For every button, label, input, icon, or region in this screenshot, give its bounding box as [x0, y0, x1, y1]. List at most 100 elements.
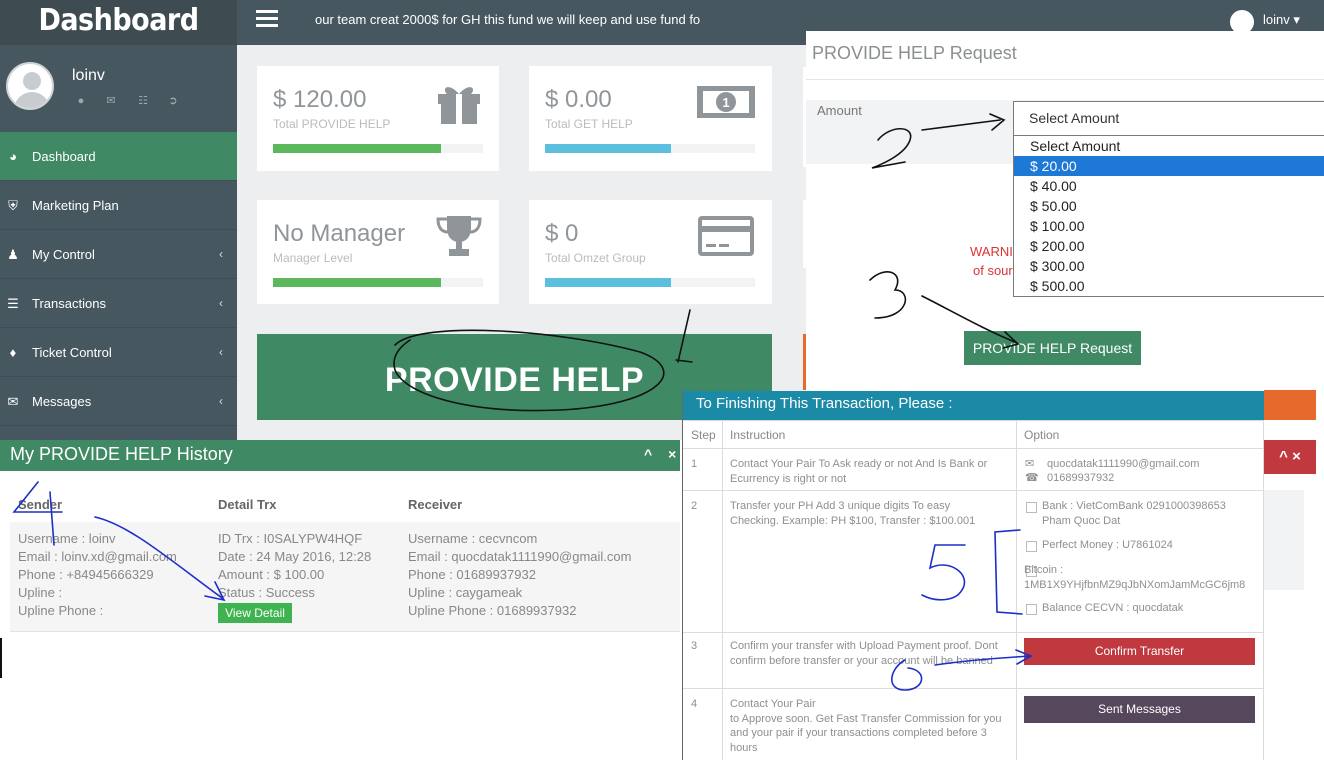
shield-icon: ⛨: [8, 198, 18, 213]
panel-collapse-close-controls[interactable]: ^ ×: [644, 446, 682, 462]
step-instruction: Confirm your transfer with Upload Paymen…: [730, 640, 998, 667]
gift-icon: [438, 87, 480, 124]
column-header-option: Option: [1024, 428, 1060, 442]
sidebar-item-transactions[interactable]: ☰ Transactions ‹: [0, 279, 237, 328]
table-border: [683, 632, 1264, 633]
sidebar-item-dashboard[interactable]: ◕ Dashboard: [0, 132, 237, 181]
sitemap-icon[interactable]: ☷: [137, 95, 149, 107]
logout-icon[interactable]: ➲: [167, 95, 179, 107]
instruction-line: Contact Your Pair: [730, 698, 816, 710]
money-icon: 1: [697, 86, 755, 118]
view-detail-button[interactable]: View Detail: [218, 603, 292, 623]
provide-help-request-button[interactable]: PROVIDE HELP Request: [964, 331, 1141, 365]
sidebar-item-label: My Control: [32, 247, 95, 262]
step-number: 3: [691, 640, 698, 652]
table-border: [683, 688, 1264, 689]
history-panel-title: My PROVIDE HELP History: [10, 444, 233, 464]
contact-phone: 01689937932: [1047, 472, 1115, 484]
amount-option[interactable]: $ 50.00: [1014, 196, 1324, 216]
amount-option[interactable]: $ 40.00: [1014, 176, 1324, 196]
sidebar-item-label: Ticket Control: [32, 345, 112, 360]
stat-label: Total GET HELP: [545, 117, 633, 131]
payment-option-label: Bitcoin : 1MB1X9YHjfbnMZ9qJbNXomJamMcGC6…: [1024, 564, 1246, 591]
stat-progress: [273, 144, 483, 153]
payment-option-checkbox[interactable]: [1026, 502, 1037, 513]
announcement-marquee: our team creat 2000$ for GH this fund we…: [315, 12, 701, 27]
background-card: [1264, 490, 1304, 590]
credit-card-icon: [698, 216, 754, 256]
sidebar-item-ticket-control[interactable]: ♦ Ticket Control ‹: [0, 328, 237, 377]
stat-label: Total PROVIDE HELP: [273, 117, 391, 131]
sender-line: Username : loinv: [18, 531, 116, 546]
table-border: [683, 448, 1264, 449]
amount-option[interactable]: $ 300.00: [1014, 256, 1324, 276]
column-header-step: Step: [691, 428, 716, 442]
chevron-left-icon: ‹: [219, 394, 223, 408]
table-border: [1016, 420, 1017, 760]
user-menu[interactable]: loinv ▾: [1263, 12, 1300, 28]
sidebar-item-my-control[interactable]: ♟ My Control ‹: [0, 230, 237, 279]
chevron-left-icon: ‹: [219, 345, 223, 359]
instruction-line: to Approve soon. Get Fast Transfer Commi…: [730, 712, 1002, 754]
receiver-line: Email : quocdatak1111990@gmail.com: [408, 549, 632, 564]
svg-text:1: 1: [722, 95, 729, 110]
list-icon: ☰: [7, 296, 19, 311]
step-instruction: Contact Your Pair To Ask ready or not An…: [730, 458, 988, 485]
sent-messages-button[interactable]: Sent Messages: [1024, 696, 1255, 723]
detail-cell: ID Trx : I0SALYPW4HQF Date : 24 May 2016…: [218, 530, 371, 602]
amount-option[interactable]: $ 100.00: [1014, 216, 1324, 236]
payment-option-checkbox[interactable]: [1026, 604, 1037, 615]
receiver-line: Username : cecvncom: [408, 531, 538, 546]
envelope-icon: ✉: [1025, 458, 1035, 470]
dashboard-icon: ◕: [9, 149, 17, 164]
table-border: [722, 420, 723, 760]
sender-cell: Username : loinv Email : loinv.xd@gmail.…: [18, 530, 177, 620]
stat-card-total-omzet-group: $ 0 Total Omzet Group: [529, 200, 772, 304]
stat-value: No Manager: [273, 220, 406, 247]
confirm-transfer-button[interactable]: Confirm Transfer: [1024, 638, 1255, 665]
modal-title: PROVIDE HELP Request: [812, 43, 1017, 63]
panel-controls[interactable]: ^ ×: [1264, 440, 1316, 474]
payment-option-label: Balance CECVN : quocdatak: [1042, 602, 1184, 614]
receiver-line: Upline Phone : 01689937932: [408, 603, 577, 618]
stat-card-total-get-help: $ 0.00 Total GET HELP 1: [529, 66, 772, 171]
column-header-detail: Detail Trx: [218, 497, 277, 512]
amount-option[interactable]: $ 500.00: [1014, 276, 1324, 296]
amount-option[interactable]: $ 200.00: [1014, 236, 1324, 256]
warning-text: WARNI of sour: [970, 242, 1013, 280]
receiver-cell: Username : cecvncom Email : quocdatak111…: [408, 530, 631, 620]
payment-option-label: Perfect Money : U7861024: [1042, 539, 1173, 551]
stat-card-total-provide-help: $ 120.00 Total PROVIDE HELP: [257, 66, 499, 171]
receiver-line: Upline : caygameak: [408, 585, 523, 600]
stat-value: $ 0.00: [545, 86, 612, 113]
trophy-icon: [436, 216, 482, 256]
sidebar-item-label: Marketing Plan: [32, 198, 119, 213]
table-border: [683, 490, 1264, 491]
column-header-sender: Sender: [18, 497, 63, 512]
profile-icon[interactable]: ●: [75, 95, 87, 107]
step-instruction: Contact Your Pair to Approve soon. Get F…: [730, 697, 1012, 755]
avatar[interactable]: [6, 62, 54, 110]
chevron-left-icon: ‹: [219, 296, 223, 310]
sidebar-item-marketing-plan[interactable]: ⛨ Marketing Plan: [0, 181, 237, 230]
stat-value: $ 120.00: [273, 86, 367, 113]
amount-option[interactable]: Select Amount: [1014, 136, 1324, 156]
brand-logo[interactable]: Dashboard: [0, 0, 237, 45]
stat-label: Manager Level: [273, 251, 353, 265]
amount-option-highlighted[interactable]: $ 20.00: [1014, 156, 1324, 176]
table-border: [683, 420, 1264, 421]
step-instruction: Transfer your PH Add 3 unique digits To …: [730, 500, 976, 527]
sender-line: Phone : +84945666329: [18, 567, 154, 582]
ticket-icon: ♦: [9, 345, 17, 360]
chevron-left-icon: ‹: [219, 247, 223, 261]
contact-email: quocdatak1111990@gmail.com: [1047, 458, 1200, 470]
mail-icon[interactable]: ✉: [105, 95, 117, 107]
sidebar-item-messages[interactable]: ✉ Messages ‹: [0, 377, 237, 426]
menu-toggle-icon[interactable]: [256, 10, 278, 28]
receiver-line: Phone : 01689937932: [408, 567, 536, 582]
payment-option-checkbox[interactable]: [1026, 541, 1037, 552]
sender-line: Email : loinv.xd@gmail.com: [18, 549, 177, 564]
sender-line: Upline :: [18, 585, 63, 600]
caret-down-icon: ▾: [1293, 12, 1300, 27]
sender-line: Upline Phone :: [18, 603, 104, 618]
